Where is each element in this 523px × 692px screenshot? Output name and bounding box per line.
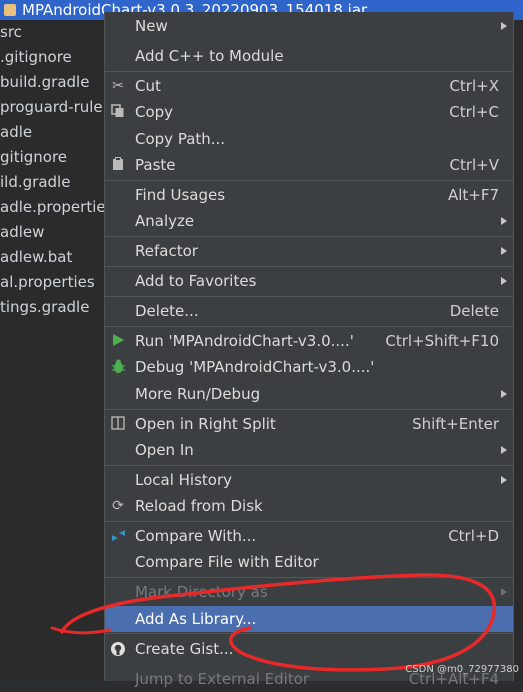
tree-row[interactable]: adle.properties [0,195,110,220]
tree-row[interactable]: build.gradle [0,70,110,95]
menu-local-history[interactable]: Local History [105,467,513,493]
watermark: CSDN @m0_72977380 [405,664,519,675]
submenu-arrow-icon [501,446,507,454]
menu-compare-with[interactable]: Compare With... Ctrl+D [105,523,513,549]
tree-row[interactable]: proguard-rule [0,95,110,120]
tree-row[interactable]: ild.gradle [0,170,110,195]
menu-add-cpp[interactable]: Add C++ to Module [105,43,513,69]
menu-reload-from-disk[interactable]: ⟳ Reload from Disk [105,493,513,519]
menu-compare-file-with-editor[interactable]: Compare File with Editor [105,549,513,575]
submenu-arrow-icon [501,277,507,285]
menu-create-gist[interactable]: Create Gist... [105,636,513,662]
reload-icon: ⟳ [112,498,124,514]
github-icon [110,641,126,657]
submenu-arrow-icon [501,588,507,596]
tree-row[interactable]: adlew.bat [0,245,110,270]
scissors-icon: ✂ [112,78,124,94]
split-view-icon [110,416,126,432]
separator [105,326,513,327]
separator [105,465,513,466]
submenu-arrow-icon [501,217,507,225]
tree-row[interactable]: gitignore [0,145,110,170]
menu-open-in[interactable]: Open In [105,437,513,463]
menu-run[interactable]: Run 'MPAndroidChart-v3.0....' Ctrl+Shift… [105,328,513,354]
separator [105,296,513,297]
menu-cut[interactable]: ✂ Cut Ctrl+X [105,73,513,99]
submenu-arrow-icon [501,476,507,484]
separator [105,633,513,634]
tree-row[interactable]: adle [0,120,110,145]
tree-row[interactable]: tings.gradle [0,295,110,320]
menu-more-run-debug[interactable]: More Run/Debug [105,381,513,407]
separator [105,71,513,72]
menu-refactor[interactable]: Refactor [105,238,513,264]
separator [105,180,513,181]
separator [105,577,513,578]
tree-row[interactable]: src [0,20,110,45]
submenu-arrow-icon [501,247,507,255]
menu-paste[interactable]: Paste Ctrl+V [105,152,513,178]
separator [105,266,513,267]
jar-icon [4,4,16,16]
submenu-arrow-icon [501,22,507,30]
separator [105,409,513,410]
compare-arrows-icon [110,528,126,544]
submenu-arrow-icon [501,390,507,398]
menu-add-as-library[interactable]: Add As Library... [105,606,513,632]
menu-analyze[interactable]: Analyze [105,208,513,234]
context-menu: New Add C++ to Module ✂ Cut Ctrl+X Copy … [104,12,514,688]
menu-new[interactable]: New [105,13,513,39]
debug-bug-icon [110,359,126,375]
menu-delete[interactable]: Delete... Delete [105,298,513,324]
menu-add-favorites[interactable]: Add to Favorites [105,268,513,294]
tree-row[interactable]: .gitignore [0,45,110,70]
separator [105,521,513,522]
tree-row[interactable]: adlew [0,220,110,245]
menu-copy[interactable]: Copy Ctrl+C [105,99,513,125]
clipboard-icon [110,157,126,173]
menu-find-usages[interactable]: Find Usages Alt+F7 [105,182,513,208]
menu-open-right-split[interactable]: Open in Right Split Shift+Enter [105,411,513,437]
menu-copy-path[interactable]: Copy Path... [105,126,513,152]
menu-debug[interactable]: Debug 'MPAndroidChart-v3.0....' [105,354,513,380]
run-play-icon [110,333,126,349]
menu-mark-directory-as: Mark Directory as [105,579,513,605]
separator [105,236,513,237]
tree-row[interactable]: al.properties [0,270,110,295]
copy-icon [110,104,126,120]
